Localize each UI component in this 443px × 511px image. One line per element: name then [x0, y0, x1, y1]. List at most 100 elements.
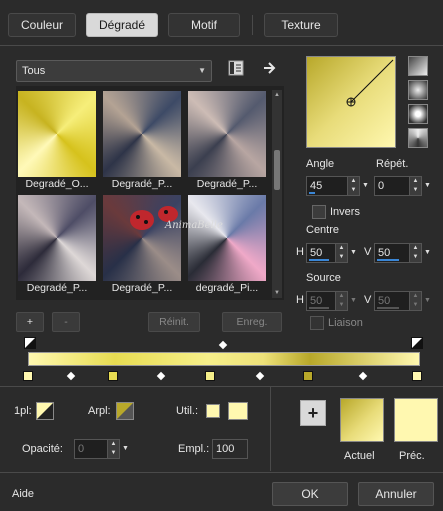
- source-v-stepper-icon[interactable]: ▲ ▼: [409, 292, 421, 310]
- gradient-bar[interactable]: [28, 352, 420, 366]
- color-midpoint[interactable]: [66, 371, 76, 381]
- preset-list-icon[interactable]: [228, 60, 244, 76]
- tab-degrade[interactable]: Dégradé: [86, 13, 158, 37]
- chevron-down-icon: ▼: [198, 66, 206, 75]
- gradient-preview[interactable]: [306, 56, 396, 148]
- preset-thumb-1[interactable]: Degradé_O...: [18, 91, 96, 190]
- used-color-swatch-large[interactable]: [228, 402, 248, 420]
- radial-style-icon[interactable]: [408, 104, 428, 124]
- current-label: Actuel: [344, 450, 375, 462]
- invert-label: Invers: [330, 206, 360, 218]
- footer-divider: [0, 472, 443, 473]
- location-value: 100: [216, 443, 235, 455]
- category-select[interactable]: Tous ▼: [16, 60, 212, 82]
- preset-thumb-3[interactable]: Degradé_P...: [188, 91, 266, 190]
- preset-thumb-6[interactable]: degradé_Pi...: [188, 195, 266, 294]
- repeat-stepper-icon[interactable]: ▲ ▼: [409, 177, 421, 195]
- source-v-slider-bar: [377, 307, 399, 309]
- bottom-divider: [270, 387, 271, 471]
- linear-style-icon[interactable]: [408, 56, 428, 76]
- tab-texture[interactable]: Texture: [264, 13, 338, 37]
- angle-value: 45: [310, 180, 323, 192]
- center-v-slider-bar: [377, 259, 399, 261]
- opacity-label: Opacité:: [22, 443, 63, 455]
- center-h-stepper-icon[interactable]: ▲ ▼: [335, 244, 347, 262]
- ok-button[interactable]: OK: [272, 482, 348, 506]
- opacity-dropdown-icon[interactable]: ▼: [122, 439, 130, 459]
- sunburst-style-icon[interactable]: [408, 128, 428, 148]
- source-v-dropdown-icon[interactable]: ▼: [424, 291, 432, 311]
- center-v-input[interactable]: 50 ▲ ▼: [374, 243, 422, 263]
- remove-preset-button[interactable]: -: [52, 312, 80, 332]
- tab-separator: [252, 15, 253, 35]
- center-h-input[interactable]: 50 ▲ ▼: [306, 243, 348, 263]
- color-midpoint[interactable]: [156, 371, 166, 381]
- source-label: Source: [306, 272, 341, 284]
- opacity-value: 0: [78, 443, 85, 455]
- location-input[interactable]: 100: [212, 439, 248, 459]
- cancel-button[interactable]: Annuler: [358, 482, 434, 506]
- center-v-value: 50: [378, 247, 391, 259]
- preset-preview: [188, 91, 266, 177]
- source-h-label: H: [296, 294, 304, 306]
- source-h-slider-bar: [309, 307, 329, 309]
- opacity-stop-right[interactable]: [411, 337, 423, 349]
- center-v-label: V: [364, 246, 372, 258]
- opacity-stop-left[interactable]: [24, 337, 36, 349]
- previous-gradient-swatch[interactable]: [394, 398, 438, 442]
- preset-label: Degradé_P...: [26, 282, 88, 294]
- repeat-dropdown-icon[interactable]: ▼: [424, 176, 432, 196]
- opacity-stepper-icon[interactable]: ▲ ▼: [107, 440, 119, 458]
- angle-dropdown-icon[interactable]: ▼: [362, 176, 370, 196]
- color-stop[interactable]: [23, 371, 33, 381]
- source-h-dropdown-icon[interactable]: ▼: [350, 291, 358, 311]
- current-gradient-swatch[interactable]: [340, 398, 384, 442]
- preset-scrollbar[interactable]: ▲ ▼: [272, 90, 282, 298]
- preset-thumb-4[interactable]: Degradé_P...: [18, 195, 96, 294]
- preset-label: Degradé_P...: [111, 178, 173, 190]
- save-preset-button[interactable]: Enreg.: [222, 312, 282, 332]
- opacity-midpoint[interactable]: [218, 340, 228, 350]
- color-stop[interactable]: [412, 371, 422, 381]
- scroll-down-icon[interactable]: ▼: [274, 290, 280, 296]
- rectangular-style-icon[interactable]: [408, 80, 428, 100]
- preset-thumb-2[interactable]: Degradé_P...: [103, 91, 181, 190]
- repeat-value: 0: [378, 180, 385, 192]
- tab-couleur[interactable]: Couleur: [8, 13, 76, 37]
- source-h-stepper-icon[interactable]: ▲ ▼: [335, 292, 347, 310]
- color-stop[interactable]: [303, 371, 313, 381]
- background-swatch[interactable]: [116, 402, 134, 420]
- center-h-label: H: [296, 246, 304, 258]
- angle-stepper-icon[interactable]: ▲ ▼: [347, 177, 359, 195]
- help-link[interactable]: Aide: [12, 488, 34, 500]
- add-preset-button[interactable]: +: [16, 312, 44, 332]
- angle-input[interactable]: 45 ▲ ▼: [306, 176, 360, 196]
- color-stop[interactable]: [108, 371, 118, 381]
- center-v-dropdown-icon[interactable]: ▼: [424, 243, 432, 263]
- reset-button[interactable]: Réinit.: [148, 312, 200, 332]
- center-h-dropdown-icon[interactable]: ▼: [350, 243, 358, 263]
- scrollbar-thumb[interactable]: [274, 150, 280, 190]
- center-v-stepper-icon[interactable]: ▲ ▼: [409, 244, 421, 262]
- arrow-right-icon[interactable]: [262, 60, 278, 76]
- tab-motif[interactable]: Motif: [168, 13, 240, 37]
- color-midpoint[interactable]: [358, 371, 368, 381]
- used-color-swatch[interactable]: [206, 404, 220, 418]
- angle-label: Angle: [306, 158, 335, 170]
- invert-checkbox[interactable]: [312, 205, 326, 219]
- add-color-button[interactable]: +: [300, 400, 326, 426]
- source-h-input[interactable]: 50 ▲ ▼: [306, 291, 348, 311]
- link-checkbox[interactable]: [310, 316, 324, 330]
- source-v-input[interactable]: 50 ▲ ▼: [374, 291, 422, 311]
- repeat-input[interactable]: 0 ▲ ▼: [374, 176, 422, 196]
- preset-preview: [188, 195, 266, 281]
- angle-slider-bar: [309, 192, 315, 194]
- preset-preview: [103, 91, 181, 177]
- center-h-value: 50: [310, 247, 323, 259]
- color-midpoint[interactable]: [255, 371, 265, 381]
- background-label: Arpl:: [88, 405, 111, 417]
- color-stop[interactable]: [205, 371, 215, 381]
- scroll-up-icon[interactable]: ▲: [274, 92, 280, 98]
- opacity-input[interactable]: 0 ▲ ▼: [74, 439, 120, 459]
- first-plane-swatch[interactable]: [36, 402, 54, 420]
